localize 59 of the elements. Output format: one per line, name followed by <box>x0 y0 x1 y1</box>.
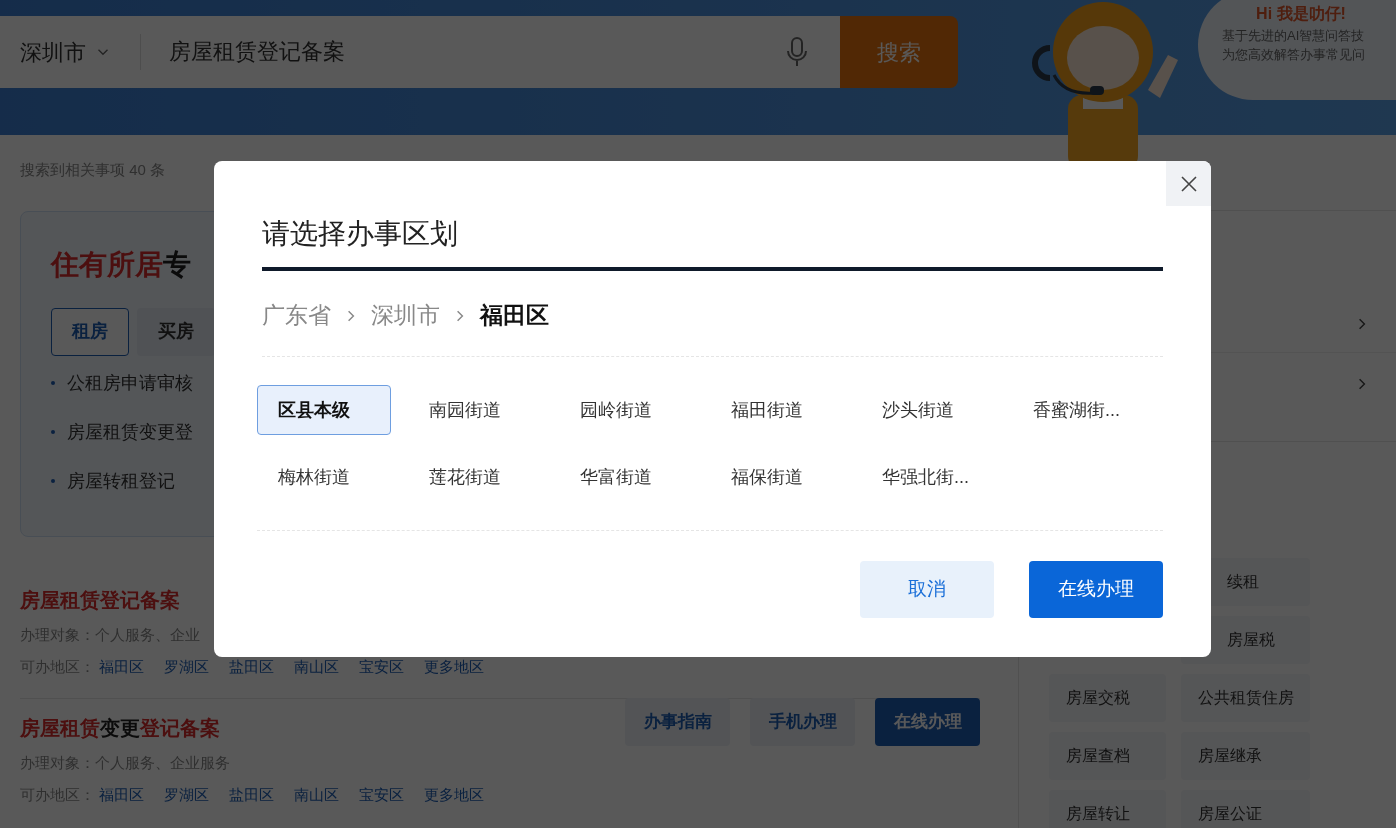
bullet-icon <box>51 430 55 434</box>
city-selector[interactable]: 深圳市 <box>0 16 140 88</box>
service-tag[interactable]: 房屋查档 <box>1049 732 1166 780</box>
region-link[interactable]: 罗湖区 <box>164 783 209 806</box>
region-link[interactable]: 福田区 <box>99 783 144 806</box>
region-option[interactable]: 园岭街道 <box>559 385 693 435</box>
chevron-down-icon <box>97 47 109 57</box>
bullet-icon <box>51 381 55 385</box>
service-tag[interactable]: 房屋继承 <box>1181 732 1310 780</box>
service-tag[interactable]: 房屋交税 <box>1049 674 1166 722</box>
search-button[interactable]: 搜索 <box>840 16 958 88</box>
close-icon <box>1180 175 1197 192</box>
chevron-right-icon <box>347 308 355 323</box>
region-option[interactable]: 香蜜湖街... <box>1012 385 1146 435</box>
region-option[interactable]: 沙头街道 <box>861 385 995 435</box>
close-button[interactable] <box>1166 161 1211 206</box>
feature-title: 住有所居专 <box>51 247 192 282</box>
cancel-button[interactable]: 取消 <box>860 561 994 618</box>
region-option[interactable]: 南园街道 <box>408 385 542 435</box>
breadcrumb-item[interactable]: 福田区 <box>480 298 549 333</box>
bullet-icon <box>51 479 55 483</box>
service-tag[interactable]: 房屋转让 <box>1049 790 1166 828</box>
result-title[interactable]: 房屋租赁变更登记备案 <box>20 713 484 742</box>
region-link[interactable]: 宝安区 <box>359 783 404 806</box>
region-option[interactable]: 莲花街道 <box>408 452 542 502</box>
action-button[interactable]: 在线办理 <box>875 697 980 746</box>
region-link[interactable]: 更多地区 <box>424 655 484 678</box>
service-tag[interactable]: 公共租赁住房 <box>1181 674 1310 722</box>
region-link[interactable]: 盐田区 <box>229 783 274 806</box>
chevron-right-icon <box>1358 377 1366 391</box>
confirm-button[interactable]: 在线办理 <box>1029 561 1163 618</box>
region-option[interactable]: 区县本级 <box>257 385 391 435</box>
region-link[interactable]: 罗湖区 <box>164 655 209 678</box>
action-button[interactable]: 办事指南 <box>625 697 730 746</box>
region-option[interactable]: 福保街道 <box>710 452 844 502</box>
breadcrumb-item[interactable]: 广东省 <box>262 298 331 333</box>
feature-tab[interactable]: 买房 <box>137 307 215 356</box>
feature-link[interactable]: 公租房申请审核 <box>67 369 193 397</box>
feature-link[interactable]: 房屋租赁变更登 <box>67 418 193 446</box>
region-option[interactable]: 福田街道 <box>710 385 844 435</box>
region-link[interactable]: 盐田区 <box>229 655 274 678</box>
service-tag[interactable]: 房屋公证 <box>1181 790 1310 828</box>
region-link[interactable]: 南山区 <box>294 783 339 806</box>
region-option[interactable]: 华富街道 <box>559 452 693 502</box>
feature-link[interactable]: 房屋转租登记 <box>67 467 175 495</box>
feature-tab[interactable]: 租房 <box>51 307 129 356</box>
region-link[interactable]: 更多地区 <box>424 783 484 806</box>
region-option[interactable]: 华强北街... <box>861 452 995 502</box>
breadcrumb-item[interactable]: 深圳市 <box>371 298 440 333</box>
region-link[interactable]: 宝安区 <box>359 655 404 678</box>
action-button[interactable]: 手机办理 <box>750 697 855 746</box>
microphone-icon[interactable] <box>786 37 808 67</box>
region-link[interactable]: 南山区 <box>294 655 339 678</box>
bubble-title: Hi 我是叻仔! <box>1255 4 1347 24</box>
region-link[interactable]: 福田区 <box>99 655 144 678</box>
chevron-right-icon <box>1358 317 1366 331</box>
dialog-title: 请选择办事区划 <box>262 213 1163 271</box>
chevron-right-icon <box>456 308 464 323</box>
region-option[interactable]: 梅林街道 <box>257 452 391 502</box>
